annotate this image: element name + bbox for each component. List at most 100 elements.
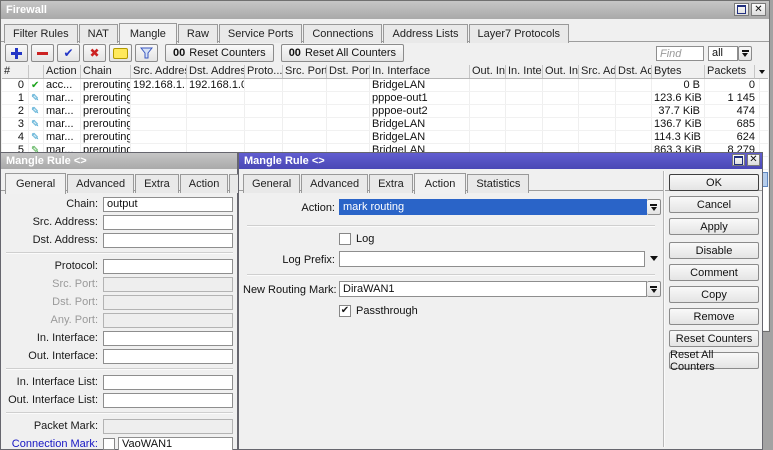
action-dialog-tab-statistics[interactable]: Statistics bbox=[467, 174, 529, 193]
column-header-chain[interactable]: Chain bbox=[81, 65, 131, 78]
log-prefix-input[interactable] bbox=[339, 251, 645, 267]
ok-button[interactable]: OK bbox=[669, 174, 759, 191]
action-dropdown-button[interactable] bbox=[647, 199, 661, 215]
filter-scope-dropdown-button[interactable] bbox=[738, 46, 752, 61]
action-dialog-tab-general[interactable]: General bbox=[243, 174, 300, 193]
column-header-in-inter[interactable]: In. Inter... bbox=[506, 65, 543, 78]
tab-service-ports[interactable]: Service Ports bbox=[219, 24, 302, 43]
dialog-maximize-button[interactable] bbox=[732, 154, 745, 166]
src-address-input[interactable] bbox=[103, 215, 233, 230]
cell bbox=[579, 92, 616, 104]
connection-mark-checkbox[interactable] bbox=[103, 438, 115, 450]
disable-button[interactable]: Disable bbox=[669, 242, 759, 259]
column-header-in-interface[interactable]: In. Interface bbox=[370, 65, 470, 78]
tab-filter-rules[interactable]: Filter Rules bbox=[4, 24, 78, 43]
cell: pppoe-out1 bbox=[370, 92, 470, 104]
table-row[interactable]: 2✎mar...preroutingpppoe-out237.7 KiB474 bbox=[2, 105, 768, 118]
new-routing-mark-value[interactable]: DiraWAN1 bbox=[339, 281, 647, 297]
dialog-action-titlebar[interactable]: Mangle Rule <> ✕ bbox=[239, 153, 762, 169]
action-combobox[interactable]: mark routing bbox=[339, 199, 661, 215]
tab-address-lists[interactable]: Address Lists bbox=[383, 24, 467, 43]
column-header-dst-address[interactable]: Dst. Address bbox=[187, 65, 245, 78]
dialog-general-titlebar[interactable]: Mangle Rule <> bbox=[1, 153, 237, 169]
column-header-out-int[interactable]: Out. Int... bbox=[470, 65, 506, 78]
in-interface-input[interactable] bbox=[103, 331, 233, 346]
close-button[interactable]: ✕ bbox=[751, 3, 766, 16]
action-dialog-tab-action[interactable]: Action bbox=[414, 173, 467, 194]
reset-all-counters-button[interactable]: 00 Reset All Counters bbox=[281, 44, 404, 62]
enable-button[interactable]: ✔ bbox=[57, 44, 80, 62]
action-value[interactable]: mark routing bbox=[339, 199, 647, 215]
filter-scope-select[interactable]: all bbox=[708, 46, 738, 61]
table-row[interactable]: 4✎mar...preroutingBridgeLAN114.3 KiB624 bbox=[2, 131, 768, 144]
log-prefix-dropdown-icon[interactable] bbox=[650, 256, 658, 261]
cell: 37.7 KiB bbox=[652, 105, 705, 117]
column-header-src-port[interactable]: Src. Port bbox=[283, 65, 327, 78]
src-address-label: Src. Address: bbox=[6, 216, 103, 228]
cell: 4 bbox=[2, 131, 29, 143]
dialog-close-button[interactable]: ✕ bbox=[747, 154, 760, 166]
comment-button[interactable]: Comment bbox=[669, 264, 759, 281]
out-interface-input[interactable] bbox=[103, 349, 233, 364]
mark-pencil-icon: ✎ bbox=[31, 93, 39, 104]
find-input[interactable] bbox=[656, 46, 704, 61]
column-header-dst-port[interactable]: Dst. Port bbox=[327, 65, 370, 78]
column-header-blank[interactable]: # bbox=[2, 65, 29, 78]
passthrough-checkbox[interactable] bbox=[339, 305, 351, 317]
new-routing-mark-combobox[interactable]: DiraWAN1 bbox=[339, 281, 661, 297]
remove-button[interactable] bbox=[31, 44, 54, 62]
add-button[interactable] bbox=[5, 44, 28, 62]
chain-input[interactable]: output bbox=[103, 197, 233, 212]
column-menu-button[interactable] bbox=[754, 65, 768, 79]
column-header-proto[interactable]: Proto... bbox=[245, 65, 283, 78]
cancel-button[interactable]: Cancel bbox=[669, 196, 759, 213]
reset-counters-button[interactable]: 00 Reset Counters bbox=[165, 44, 274, 62]
general-dialog-tab-extra[interactable]: Extra bbox=[135, 174, 179, 193]
cell bbox=[283, 105, 327, 117]
cell bbox=[506, 131, 543, 143]
dst-address-input[interactable] bbox=[103, 233, 233, 248]
tab-mangle[interactable]: Mangle bbox=[119, 23, 177, 44]
copy-button[interactable]: Copy bbox=[669, 286, 759, 303]
accept-icon: ✔ bbox=[31, 80, 39, 91]
general-dialog-tab-advanced[interactable]: Advanced bbox=[67, 174, 134, 193]
general-dialog-tab-action[interactable]: Action bbox=[180, 174, 229, 193]
column-header-src-address[interactable]: Src. Address bbox=[131, 65, 187, 78]
remove-button[interactable]: Remove bbox=[669, 308, 759, 325]
column-header-out-int[interactable]: Out. Int... bbox=[543, 65, 579, 78]
new-routing-mark-dropdown-button[interactable] bbox=[647, 281, 661, 297]
cell bbox=[543, 105, 579, 117]
comment-button[interactable] bbox=[109, 44, 132, 62]
in-interface-list-input[interactable] bbox=[103, 375, 233, 390]
separator bbox=[6, 252, 233, 254]
separator bbox=[247, 225, 655, 227]
connection-mark-input[interactable]: VaoWAN1 bbox=[118, 437, 233, 450]
action-dialog-tab-advanced[interactable]: Advanced bbox=[301, 174, 368, 193]
action-dialog-tab-extra[interactable]: Extra bbox=[369, 174, 413, 193]
column-header-dst-ad[interactable]: Dst. Ad... bbox=[616, 65, 652, 78]
reset-counters-button[interactable]: Reset Counters bbox=[669, 330, 759, 347]
disable-button[interactable]: ✖ bbox=[83, 44, 106, 62]
column-header-icon[interactable] bbox=[29, 65, 44, 78]
separator bbox=[6, 368, 233, 370]
table-row[interactable]: 0✔acc...prerouting192.168.1....192.168.1… bbox=[2, 79, 768, 92]
filter-button[interactable] bbox=[135, 44, 158, 62]
out-interface-list-input[interactable] bbox=[103, 393, 233, 408]
column-header-packets[interactable]: Packets bbox=[705, 65, 760, 78]
table-row[interactable]: 1✎mar...preroutingpppoe-out1123.6 KiB1 1… bbox=[2, 92, 768, 105]
protocol-input[interactable] bbox=[103, 259, 233, 274]
tab-connections[interactable]: Connections bbox=[303, 24, 382, 43]
table-row[interactable]: 3✎mar...preroutingBridgeLAN136.7 KiB685 bbox=[2, 118, 768, 131]
column-header-src-ad[interactable]: Src. Ad... bbox=[579, 65, 616, 78]
tab-raw[interactable]: Raw bbox=[178, 24, 218, 43]
reset-all-counters-button[interactable]: Reset All Counters bbox=[669, 352, 759, 369]
maximize-button[interactable] bbox=[734, 3, 749, 16]
firewall-titlebar[interactable]: Firewall ✕ bbox=[1, 1, 769, 19]
log-checkbox[interactable] bbox=[339, 233, 351, 245]
tab-layer7-protocols[interactable]: Layer7 Protocols bbox=[469, 24, 570, 43]
tab-nat[interactable]: NAT bbox=[79, 24, 118, 43]
general-dialog-tab-general[interactable]: General bbox=[5, 173, 66, 194]
column-header-bytes[interactable]: Bytes bbox=[652, 65, 705, 78]
apply-button[interactable]: Apply bbox=[669, 218, 759, 235]
column-header-action[interactable]: Action bbox=[44, 65, 81, 78]
